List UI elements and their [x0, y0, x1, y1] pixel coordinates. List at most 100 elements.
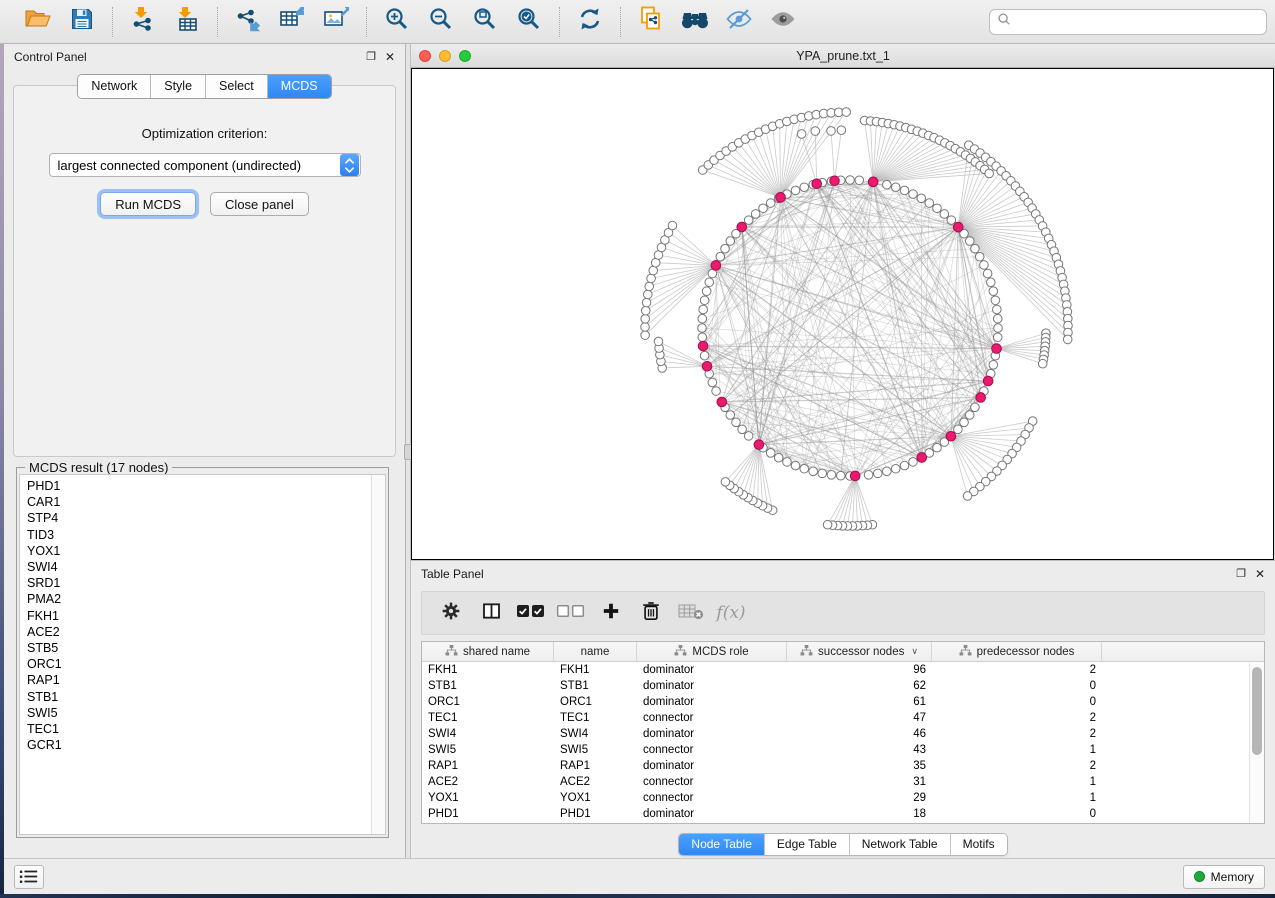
mcds-result-item[interactable]: ORC1	[27, 656, 385, 672]
cell[interactable]: SWI5	[422, 744, 554, 756]
cell[interactable]: 43	[787, 744, 932, 756]
mcds-result-item[interactable]: SWI4	[27, 559, 385, 575]
cell[interactable]: FKH1	[554, 664, 637, 676]
search-input[interactable]	[1016, 15, 1259, 29]
cell[interactable]: 1	[932, 776, 1102, 788]
panel-menu-button[interactable]	[14, 865, 44, 889]
cell[interactable]: TEC1	[422, 712, 554, 724]
network-window-titlebar[interactable]: YPA_prune.txt_1	[411, 44, 1275, 68]
cell[interactable]: SWI5	[554, 744, 637, 756]
cell[interactable]: RAP1	[554, 760, 637, 772]
cell[interactable]: 2	[932, 712, 1102, 724]
search-box[interactable]	[989, 9, 1267, 35]
clone-network-button[interactable]	[631, 5, 671, 39]
table-row[interactable]: ORC1ORC1dominator610	[422, 694, 1264, 710]
delete-column-button[interactable]	[636, 597, 666, 629]
cell[interactable]: 2	[932, 728, 1102, 740]
table-row[interactable]: PHD1PHD1dominator180	[422, 806, 1264, 822]
mcds-result-item[interactable]: RAP1	[27, 672, 385, 688]
mcds-result-item[interactable]: YOX1	[27, 543, 385, 559]
mcds-result-item[interactable]: FKH1	[27, 608, 385, 624]
export-table-button[interactable]	[272, 5, 312, 39]
cell[interactable]: 47	[787, 712, 932, 724]
column-header-predecessor-nodes[interactable]: predecessor nodes	[932, 642, 1102, 661]
cell[interactable]: ORC1	[422, 696, 554, 708]
cell[interactable]: dominator	[637, 680, 787, 692]
mcds-result-item[interactable]: STB5	[27, 640, 385, 656]
cell[interactable]: 0	[932, 808, 1102, 820]
close-panel-icon[interactable]: ✕	[385, 51, 395, 63]
table-row[interactable]: YOX1YOX1connector291	[422, 790, 1264, 806]
mcds-result-item[interactable]: PMA2	[27, 591, 385, 607]
mcds-result-item[interactable]: PHD1	[27, 478, 385, 494]
cell[interactable]: 96	[787, 664, 932, 676]
table-row[interactable]: RAP1RAP1dominator352	[422, 758, 1264, 774]
cell[interactable]: dominator	[637, 696, 787, 708]
cell[interactable]: dominator	[637, 728, 787, 740]
cell[interactable]: ORC1	[554, 696, 637, 708]
tab-network[interactable]: Network	[78, 75, 151, 98]
deselect-all-button[interactable]	[556, 597, 586, 629]
cell[interactable]: SWI4	[554, 728, 637, 740]
cell[interactable]: YOX1	[422, 792, 554, 804]
cell[interactable]: 2	[932, 664, 1102, 676]
mcds-result-item[interactable]: SRD1	[27, 575, 385, 591]
cell[interactable]: connector	[637, 792, 787, 804]
cell[interactable]: 1	[932, 744, 1102, 756]
mcds-result-item[interactable]: ACE2	[27, 624, 385, 640]
table-row[interactable]: STB1STB1dominator620	[422, 678, 1264, 694]
memory-button[interactable]: Memory	[1183, 865, 1265, 889]
show-all-button[interactable]	[763, 5, 803, 39]
table-row[interactable]: FKH1FKH1dominator962	[422, 662, 1264, 678]
table-row[interactable]: ACE2ACE2connector311	[422, 774, 1264, 790]
cell[interactable]: STB1	[554, 680, 637, 692]
import-table-button[interactable]	[167, 5, 207, 39]
cell[interactable]: 0	[932, 680, 1102, 692]
cell[interactable]: 35	[787, 760, 932, 772]
mcds-result-item[interactable]: STP4	[27, 510, 385, 526]
optimization-criterion-select[interactable]: largest connected component (undirected)	[49, 153, 361, 177]
zoom-in-button[interactable]	[377, 5, 417, 39]
cell[interactable]: FKH1	[422, 664, 554, 676]
delete-table-button[interactable]	[676, 597, 706, 629]
zoom-selected-button[interactable]	[509, 5, 549, 39]
mcds-result-list[interactable]: PHD1CAR1STP4TID3YOX1SWI4SRD1PMA2FKH1ACE2…	[19, 474, 386, 835]
binoculars-button[interactable]	[675, 5, 715, 39]
open-file-button[interactable]	[18, 5, 58, 39]
column-header-shared-name[interactable]: shared name	[422, 642, 554, 661]
import-network-button[interactable]	[123, 5, 163, 39]
tab-edge-table[interactable]: Edge Table	[765, 834, 850, 855]
cell[interactable]: SWI4	[422, 728, 554, 740]
cell[interactable]: dominator	[637, 808, 787, 820]
cell[interactable]: 61	[787, 696, 932, 708]
tab-network-table[interactable]: Network Table	[850, 834, 951, 855]
cell[interactable]: TEC1	[554, 712, 637, 724]
mcds-result-item[interactable]: STB1	[27, 689, 385, 705]
tab-style[interactable]: Style	[151, 75, 206, 98]
split-columns-button[interactable]	[476, 597, 506, 629]
hide-selected-button[interactable]	[719, 5, 759, 39]
tab-node-table[interactable]: Node Table	[679, 834, 765, 855]
cell[interactable]: 2	[932, 760, 1102, 772]
save-session-button[interactable]	[62, 5, 102, 39]
tab-mcds[interactable]: MCDS	[268, 75, 331, 98]
cell[interactable]: connector	[637, 776, 787, 788]
export-image-button[interactable]	[316, 5, 356, 39]
cell[interactable]: YOX1	[554, 792, 637, 804]
close-panel-button[interactable]: Close panel	[210, 192, 309, 216]
table-scrollbar-thumb[interactable]	[1252, 667, 1262, 755]
mcds-result-item[interactable]: SWI5	[27, 705, 385, 721]
zoom-fit-button[interactable]	[465, 5, 505, 39]
mcds-result-item[interactable]: CAR1	[27, 494, 385, 510]
mcds-list-scrollbar[interactable]	[371, 475, 385, 834]
cell[interactable]: 0	[932, 696, 1102, 708]
column-header-successor-nodes[interactable]: successor nodes∨	[787, 642, 932, 661]
cell[interactable]: connector	[637, 744, 787, 756]
mcds-result-item[interactable]: GCR1	[27, 737, 385, 753]
select-all-button[interactable]	[516, 597, 546, 629]
cell[interactable]: 1	[932, 792, 1102, 804]
float-panel-icon[interactable]: ❐	[366, 52, 376, 63]
export-network-button[interactable]	[228, 5, 268, 39]
table-scrollbar[interactable]	[1249, 663, 1264, 823]
column-header-MCDS-role[interactable]: MCDS role	[637, 642, 787, 661]
